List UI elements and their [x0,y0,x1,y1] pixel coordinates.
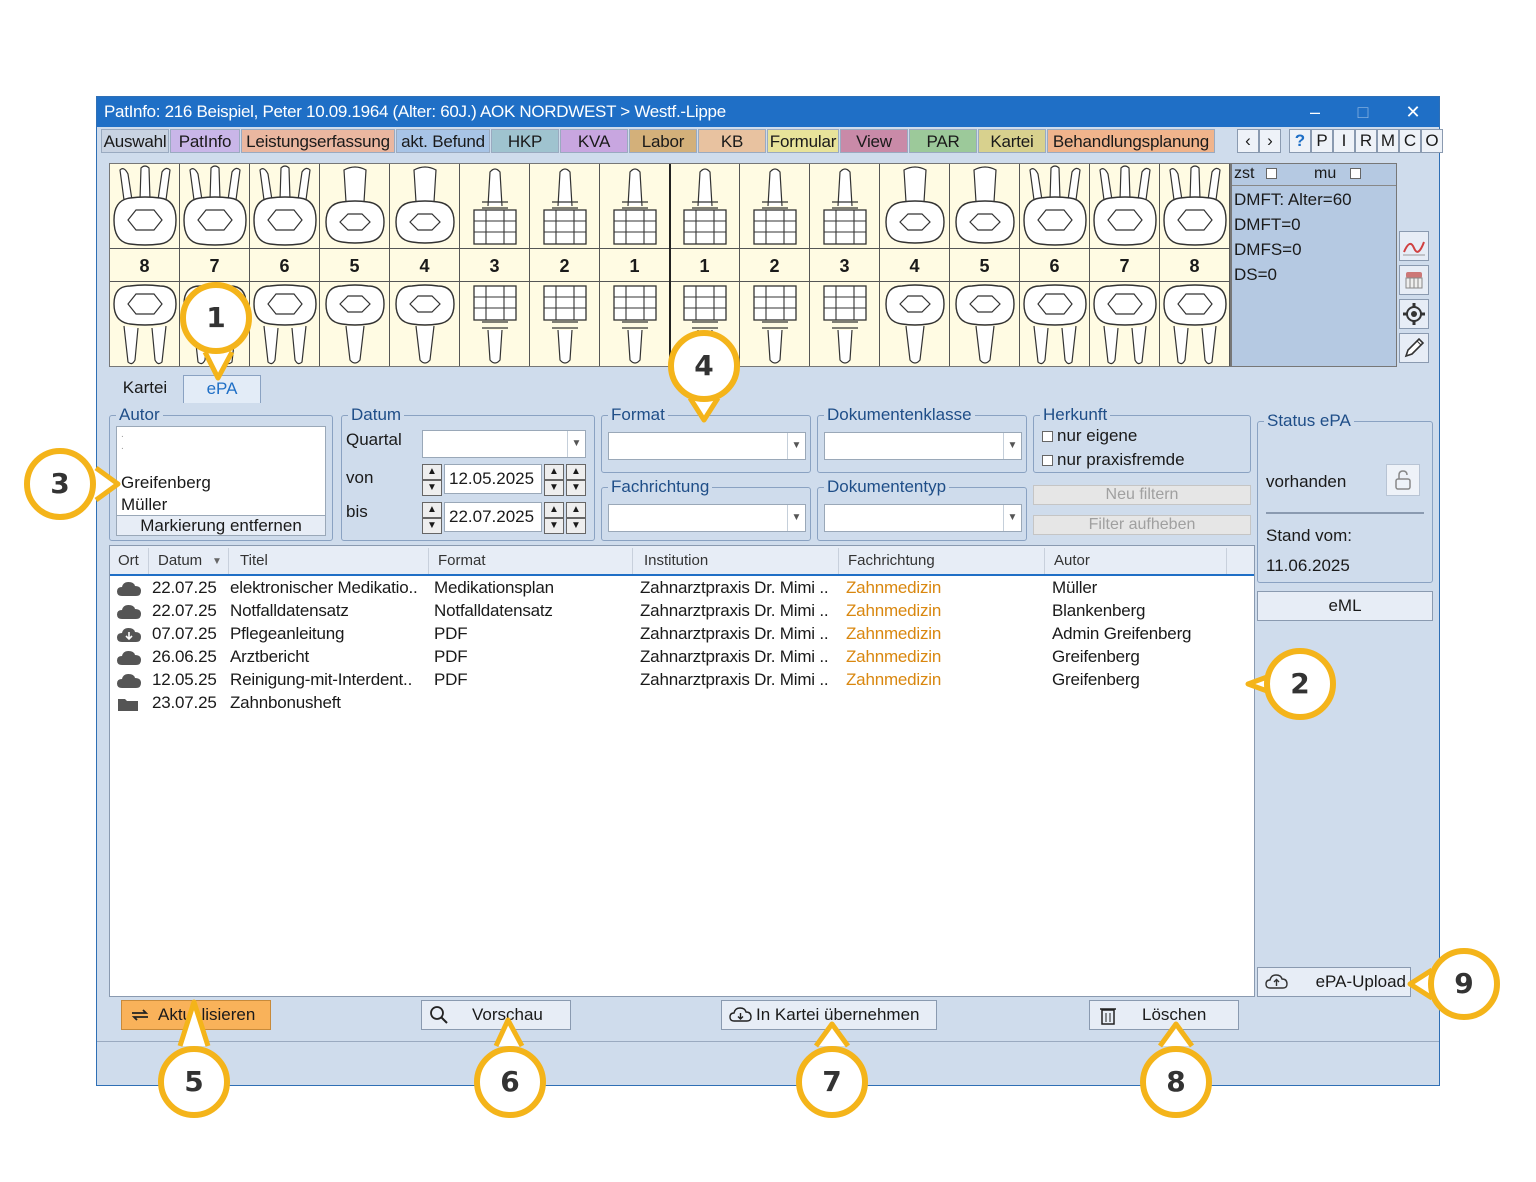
callout-7: 7 [796,1046,868,1118]
callout-8: 8 [1140,1046,1212,1118]
callout-5: 5 [158,1046,230,1118]
callout-6: 6 [474,1046,546,1118]
callout-9: 9 [1428,948,1500,1020]
callout-1: 1 [180,282,252,354]
callout-4: 4 [668,330,740,402]
callout-3: 3 [24,448,96,520]
callout-2: 2 [1264,648,1336,720]
callout-tails [94,350,1434,1048]
